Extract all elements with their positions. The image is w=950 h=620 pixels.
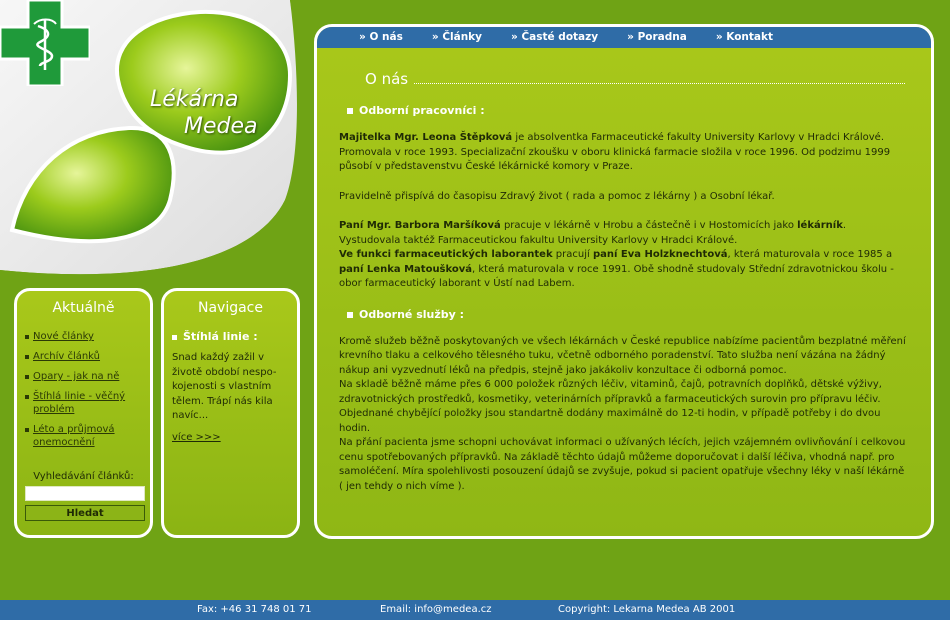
search-input[interactable] bbox=[25, 486, 145, 501]
pharmacist-name: Paní Mgr. Barbora Maršíková bbox=[339, 220, 501, 231]
topnav-articles[interactable]: Články bbox=[432, 27, 482, 48]
dotted-divider bbox=[414, 83, 905, 84]
main-content-panel: O nás Články Časté dotazy Poradna Kontak… bbox=[314, 24, 934, 539]
news-link-new-articles[interactable]: Nové články bbox=[33, 331, 94, 342]
pharmacist-role: lékárník bbox=[797, 220, 843, 231]
staff-paragraph-publications: Pravidelně přispívá do časopisu Zdravý ž… bbox=[339, 190, 775, 202]
read-more-link[interactable]: více >>> bbox=[172, 432, 297, 443]
laborants-role: Ve funkci farmaceutických laborantek bbox=[339, 249, 553, 260]
footer-fax: Fax: +46 31 748 01 71 bbox=[197, 604, 312, 615]
news-link-slim-line[interactable]: Štíhlá linie - věčný problém bbox=[33, 391, 125, 415]
staff-paragraph-laborants: Ve funkci farmaceutických laborantek pra… bbox=[339, 248, 909, 292]
staff-section-title: Odborní pracovníci : bbox=[347, 104, 931, 117]
brand-name: Lékárna Medea bbox=[150, 86, 280, 140]
services-paragraph-2: Na skladě běžně máme přes 6 000 položek … bbox=[339, 379, 882, 434]
staff-paragraph-pharmacist: Paní Mgr. Barbora Maršíková pracuje v lé… bbox=[339, 219, 909, 248]
navigation-panel: Navigace Štíhlá linie : Snad každý zažil… bbox=[161, 288, 300, 538]
staff-paragraph-owner: Majitelka Mgr. Leona Štěpková je absolve… bbox=[339, 131, 909, 175]
news-list: Nové články Archív článků Opary - jak na… bbox=[25, 330, 150, 449]
news-item: Nové články bbox=[25, 330, 150, 343]
topnav-faq[interactable]: Časté dotazy bbox=[511, 27, 598, 48]
news-item: Štíhlá linie - věčný problém bbox=[25, 390, 150, 416]
logo-area: Lékárna Medea bbox=[0, 0, 300, 285]
page-title: O nás bbox=[365, 66, 931, 88]
brand-name-line2: Medea bbox=[184, 114, 258, 139]
services-paragraph-1: Kromě služeb běžně poskytovaných ve všec… bbox=[339, 335, 906, 376]
owner-name: Majitelka Mgr. Leona Štěpková bbox=[339, 132, 513, 143]
footer-email[interactable]: Email: info@medea.cz bbox=[380, 600, 492, 620]
navigation-article-heading: Štíhlá linie : bbox=[172, 330, 297, 343]
pharmacist-text: pracuje v lékárně v Hrobu a částečně i v… bbox=[500, 220, 798, 231]
top-navigation: O nás Články Časté dotazy Poradna Kontak… bbox=[317, 27, 931, 48]
navigation-article-teaser: Snad každý zažil v životě období nespo-k… bbox=[172, 352, 277, 421]
pharmacy-cross-icon bbox=[0, 0, 90, 86]
brand-name-line1: Lékárna bbox=[150, 87, 239, 112]
search-label: Vyhledávání článků: bbox=[33, 471, 134, 482]
news-link-summer[interactable]: Léto a průjmová onemocnění bbox=[33, 424, 115, 448]
news-item: Opary - jak na ně bbox=[25, 370, 150, 383]
laborants-text: pracují bbox=[552, 249, 593, 260]
services-paragraph-3: Na přání pacienta jsme schopni uchovávat… bbox=[339, 437, 906, 492]
laborant-name-2: paní Lenka Matoušková bbox=[339, 263, 473, 275]
services-section-title: Odborné služby : bbox=[347, 308, 931, 321]
laborant-text-1: , která maturovala v roce 1985 a bbox=[727, 249, 893, 260]
topnav-about[interactable]: O nás bbox=[359, 27, 402, 48]
news-link-opary[interactable]: Opary - jak na ně bbox=[33, 371, 119, 382]
navigation-panel-title: Navigace bbox=[197, 300, 263, 316]
footer: Fax: +46 31 748 01 71 Email: info@medea.… bbox=[0, 600, 950, 620]
news-panel-title: Aktuálně bbox=[52, 300, 115, 316]
footer-copyright: Copyright: Lekarna Medea AB 2001 bbox=[558, 604, 736, 615]
topnav-contact[interactable]: Kontakt bbox=[716, 27, 773, 48]
news-link-archive[interactable]: Archív článků bbox=[33, 351, 100, 362]
news-panel: Aktuálně Nové články Archív článků Opary… bbox=[14, 288, 153, 538]
search-button[interactable]: Hledat bbox=[25, 505, 145, 521]
laborant-name-1: paní Eva Holzknechtová bbox=[592, 249, 728, 260]
page-title-text: O nás bbox=[365, 70, 409, 88]
news-item: Léto a průjmová onemocnění bbox=[25, 423, 150, 449]
topnav-advice[interactable]: Poradna bbox=[627, 27, 687, 48]
news-item: Archív článků bbox=[25, 350, 150, 363]
